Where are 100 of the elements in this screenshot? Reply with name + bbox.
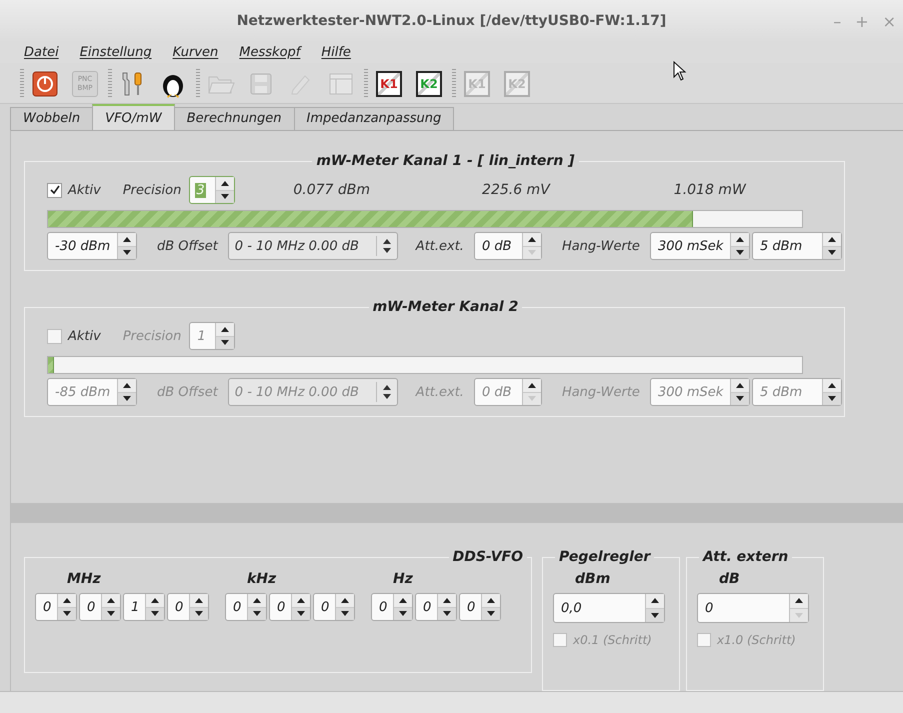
step-up-button[interactable] <box>102 594 120 607</box>
step-up-button[interactable] <box>118 233 136 246</box>
step-up-button[interactable] <box>58 594 76 607</box>
step-up-button[interactable] <box>790 594 808 608</box>
spin-box[interactable]: 0 <box>415 593 457 622</box>
down-caret-icon <box>151 611 159 616</box>
menu-item[interactable]: Kurven <box>172 44 218 60</box>
step-up-button[interactable] <box>730 379 749 392</box>
band-dropdown[interactable]: 0 - 10 MHz 0.00 dB <box>228 232 398 260</box>
unit-label: kHz <box>247 571 278 588</box>
att-label: Att.ext. <box>416 384 464 400</box>
down-caret-icon <box>487 611 495 616</box>
menu-item[interactable]: Datei <box>24 44 59 60</box>
step-up-button[interactable] <box>522 379 541 392</box>
step-down-button[interactable] <box>822 392 841 406</box>
checkbox[interactable] <box>697 633 711 648</box>
checkbox-label: x0.1 (Schritt) <box>573 633 652 648</box>
step-down-button[interactable] <box>102 606 120 620</box>
menu-item[interactable]: Hilfe <box>321 44 351 60</box>
spin-box[interactable]: 1 <box>123 593 165 622</box>
menu-item[interactable]: Einstellung <box>80 44 152 60</box>
mouse-cursor-icon <box>673 61 687 81</box>
probe-button[interactable]: K1 <box>374 68 404 99</box>
step-up-button[interactable] <box>822 233 841 246</box>
step-up-button[interactable] <box>438 594 456 607</box>
step-down-button[interactable] <box>336 606 354 620</box>
up-caret-icon <box>736 382 744 388</box>
group-title: mW-Meter Kanal 2 <box>372 299 520 316</box>
step-down-button[interactable] <box>482 606 500 620</box>
step-up-button[interactable] <box>216 177 234 190</box>
step-down-button[interactable] <box>646 608 664 622</box>
up-caret-icon <box>795 598 803 604</box>
step-up-button[interactable] <box>646 594 664 608</box>
unit-label: dB <box>719 571 741 588</box>
spin-box[interactable]: 0 <box>371 593 413 622</box>
step-up-button[interactable] <box>522 233 541 246</box>
step-up-button[interactable] <box>822 379 841 392</box>
offset-label: dB Offset <box>157 238 218 254</box>
tab[interactable]: Berechnungen <box>174 107 295 130</box>
up-down-caret-icon <box>382 385 391 400</box>
step-down-button[interactable] <box>730 246 749 260</box>
step-down-button[interactable] <box>58 606 76 620</box>
spin-box[interactable]: 0 <box>697 593 809 624</box>
up-caret-icon <box>487 598 495 603</box>
spin-box[interactable]: 0 <box>459 593 501 622</box>
step-down-button[interactable] <box>118 392 136 406</box>
spin-box[interactable]: -30 dBm <box>47 232 137 260</box>
up-caret-icon <box>528 382 536 388</box>
step-down-button[interactable] <box>216 190 234 204</box>
step-up-button[interactable] <box>118 379 136 392</box>
up-caret-icon <box>651 598 659 604</box>
step-down-button[interactable] <box>190 606 208 620</box>
tab[interactable]: Impedanzanpassung <box>294 107 454 130</box>
tab[interactable]: VFO/mW <box>92 104 175 130</box>
step-up-button[interactable] <box>482 594 500 607</box>
down-caret-icon <box>221 340 230 346</box>
step-up-button[interactable] <box>394 594 412 607</box>
spin-box[interactable]: 0 <box>269 593 311 622</box>
step-up-button[interactable] <box>248 594 266 607</box>
step-down-button[interactable] <box>292 606 310 620</box>
precision-label: Precision <box>122 328 182 344</box>
step-up-button[interactable] <box>336 594 354 607</box>
up-caret-icon <box>443 598 451 603</box>
step-down-button[interactable] <box>118 246 136 260</box>
step-down-button[interactable] <box>394 606 412 620</box>
spin-box[interactable]: 0 <box>225 593 267 622</box>
checkbox[interactable] <box>47 328 62 344</box>
checkbox-label: Aktiv <box>68 328 101 344</box>
tab[interactable]: Wobbeln <box>10 107 94 130</box>
down-caret-icon <box>195 611 203 616</box>
step-down-button[interactable] <box>822 246 841 260</box>
unit-label: Hz <box>393 571 414 588</box>
offset-label: dB Offset <box>157 384 218 400</box>
spin-box[interactable]: 0 <box>79 593 121 622</box>
step-up-button[interactable] <box>730 233 749 246</box>
window-title: Netzwerktester-NWT2.0-Linux [/dev/ttyUSB0-FW:1.17] <box>236 12 666 29</box>
step-down-button[interactable] <box>248 606 266 620</box>
reading-text: 0.077 dBm <box>293 182 370 198</box>
spin-box[interactable]: 300 mSek <box>650 232 750 260</box>
checkbox[interactable] <box>553 633 567 648</box>
spin-box[interactable]: 0 <box>313 593 355 622</box>
step-up-button[interactable] <box>146 594 164 607</box>
spin-box[interactable]: 0 dB <box>474 232 542 260</box>
spin-box[interactable]: 0 <box>167 593 209 622</box>
step-down-button[interactable] <box>146 606 164 620</box>
checkbox[interactable] <box>47 182 62 198</box>
step-down-button[interactable] <box>216 336 234 350</box>
down-caret-icon <box>443 611 451 616</box>
menu-item[interactable]: Messkopf <box>239 44 300 60</box>
spin-box[interactable]: 5 dBm <box>752 232 842 260</box>
hang-label: Hang-Werte <box>562 384 640 400</box>
power-button[interactable] <box>30 68 60 99</box>
step-down-button[interactable] <box>438 606 456 620</box>
step-down-button[interactable] <box>730 392 749 406</box>
step-up-button[interactable] <box>190 594 208 607</box>
spin-box[interactable]: 0,0 <box>553 593 665 624</box>
step-up-button[interactable] <box>292 594 310 607</box>
down-caret-icon <box>736 396 744 402</box>
spin-box[interactable]: 0 <box>35 593 77 622</box>
step-up-button[interactable] <box>216 323 234 336</box>
